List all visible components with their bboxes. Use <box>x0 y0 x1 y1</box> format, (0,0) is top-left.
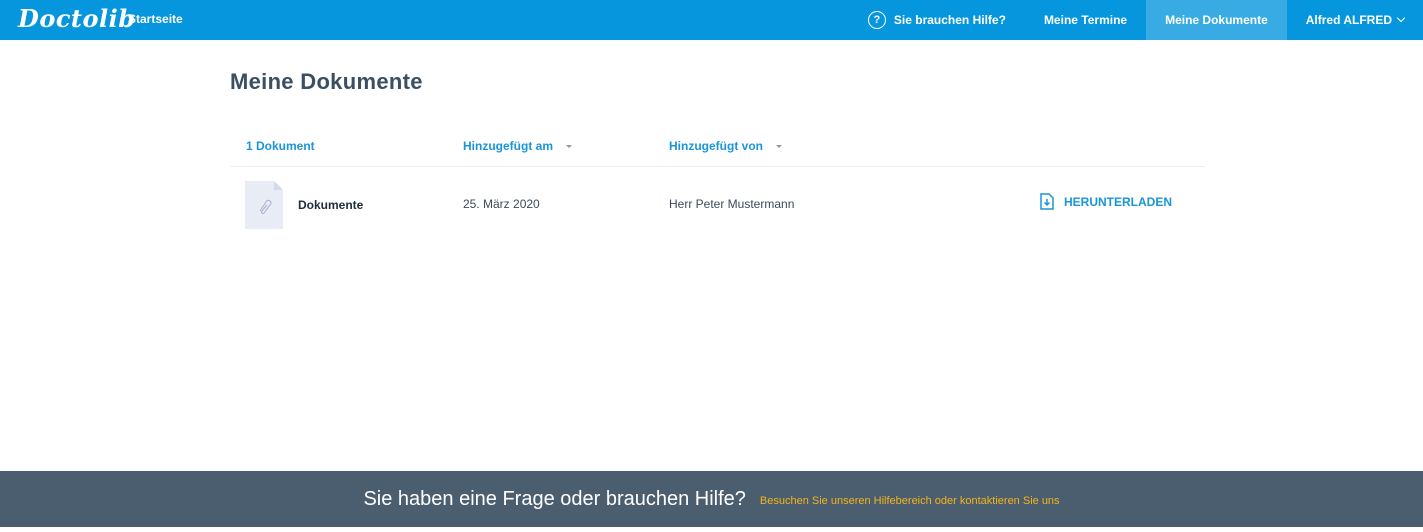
nav-right-group: ? Sie brauchen Hilfe? Meine Termine Mein… <box>849 0 1423 40</box>
nav-documents-link[interactable]: Meine Dokumente <box>1146 0 1287 40</box>
top-navigation-bar: Doctolib Startseite ? Sie brauchen Hilfe… <box>0 0 1423 40</box>
chevron-down-icon <box>1396 13 1406 23</box>
footer-question: Sie haben eine Frage oder brauchen Hilfe… <box>363 487 746 510</box>
sort-caret-icon <box>776 145 783 149</box>
nav-home-link[interactable]: Startseite <box>128 0 183 40</box>
sort-caret-icon <box>566 145 573 149</box>
column-header-count: 1 Dokument <box>246 139 315 153</box>
column-header-added-on[interactable]: Hinzugefügt am <box>463 139 573 153</box>
table-row[interactable]: Dokumente 25. März 2020 Herr Peter Muste… <box>230 167 1205 241</box>
table-header: 1 Dokument Hinzugefügt am Hinzugefügt vo… <box>230 128 1205 167</box>
download-file-icon <box>1040 193 1054 210</box>
document-thumbnail-icon[interactable] <box>245 181 283 229</box>
document-added-by: Herr Peter Mustermann <box>669 197 795 211</box>
footer-help-link[interactable]: Besuchen Sie unseren Hilfebereich oder k… <box>760 495 1060 507</box>
help-footer: Sie haben eine Frage oder brauchen Hilfe… <box>0 471 1423 527</box>
download-label: HERUNTERLADEN <box>1064 194 1172 209</box>
question-circle-icon: ? <box>867 11 886 29</box>
column-header-added-on-label: Hinzugefügt am <box>463 139 553 153</box>
document-date: 25. März 2020 <box>463 197 540 211</box>
column-header-added-by[interactable]: Hinzugefügt von <box>669 139 783 153</box>
user-name: Alfred ALFRED <box>1305 13 1392 27</box>
nav-appointments-link[interactable]: Meine Termine <box>1025 0 1146 40</box>
page-title: Meine Dokumente <box>230 69 423 94</box>
help-link-label: Sie brauchen Hilfe? <box>893 13 1006 27</box>
page-fold <box>274 181 283 190</box>
document-name[interactable]: Dokumente <box>298 198 363 212</box>
user-menu[interactable]: Alfred ALFRED <box>1287 0 1423 40</box>
documents-table: 1 Dokument Hinzugefügt am Hinzugefügt vo… <box>230 128 1205 241</box>
doctolib-logo[interactable]: Doctolib <box>18 3 136 35</box>
help-link[interactable]: ? Sie brauchen Hilfe? <box>849 0 1025 40</box>
download-button[interactable]: HERUNTERLADEN <box>1040 193 1172 210</box>
column-header-added-by-label: Hinzugefügt von <box>669 139 763 153</box>
